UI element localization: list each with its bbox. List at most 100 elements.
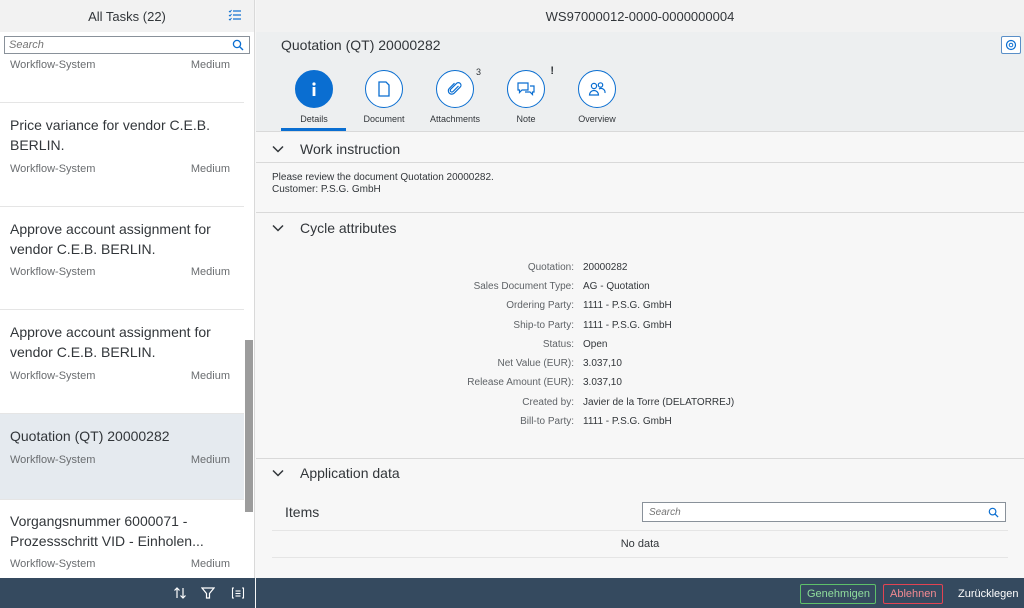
list-item[interactable]: Workflow-System Medium (0, 56, 244, 103)
items-search-input[interactable] (643, 506, 988, 518)
attribute-label: Release Amount (EUR): (467, 377, 574, 388)
list-scrollbar[interactable] (245, 340, 253, 512)
master-header: All Tasks (22) (0, 0, 254, 32)
attribute-row: Bill-to Party: 1111 - P.S.G. GmbH (256, 416, 1024, 435)
list-item-creator: Workflow-System (10, 454, 96, 466)
attribute-label: Created by: (522, 397, 574, 408)
list-item-creator: Workflow-System (10, 266, 96, 278)
paperclip-icon: 3 (436, 67, 481, 108)
task-id: WS97000012-0000-0000000004 (545, 8, 735, 24)
list-item[interactable]: Price variance for vendor C.E.B. BERLIN.… (0, 103, 244, 207)
chevron-down-icon[interactable] (271, 221, 285, 235)
table-header-divider (272, 530, 1008, 531)
attribute-label: Bill-to Party: (520, 416, 574, 427)
tab-label: Attachments (429, 114, 481, 124)
master-search[interactable] (4, 36, 250, 54)
approve-button[interactable]: Genehmigen (800, 584, 876, 604)
master-pane: All Tasks (22) Workflow-System Medium Pr… (0, 0, 255, 608)
work-instruction-text: Please review the document Quotation 200… (272, 172, 494, 196)
attribute-value: 1111 - P.S.G. GmbH (583, 416, 672, 427)
tab-label: Overview (578, 114, 616, 124)
attribute-row: Sales Document Type: AG - Quotation (256, 281, 1024, 300)
detail-pane: WS97000012-0000-0000000004 Quotation (QT… (256, 0, 1024, 608)
list-item-meta: Workflow-System Medium (10, 59, 230, 71)
attribute-row: Created by: Javier de la Torre (DELATORR… (256, 397, 1024, 416)
list-item-meta: Workflow-System Medium (10, 266, 230, 278)
attribute-value: 20000282 (583, 262, 628, 273)
list-item-selected[interactable]: Quotation (QT) 20000282 Workflow-System … (0, 414, 244, 500)
attribute-row: Ordering Party: 1111 - P.S.G. GmbH (256, 300, 1024, 319)
list-item-creator: Workflow-System (10, 370, 96, 382)
list-item-priority: Medium (190, 59, 230, 71)
table-bottom-divider (272, 557, 1008, 558)
list-item-meta: Workflow-System Medium (10, 163, 230, 175)
list-item-title: Approve account assignment for vendor C.… (10, 221, 211, 257)
attribute-value: 3.037,10 (583, 377, 622, 388)
object-header: Quotation (QT) 20000282 Details Document… (256, 32, 1024, 132)
reject-button[interactable]: Ablehnen (883, 584, 943, 604)
attribute-label: Status: (542, 339, 574, 350)
master-footer (0, 578, 255, 608)
search-icon[interactable] (232, 39, 244, 51)
list-item[interactable]: Approve account assignment for vendor C.… (0, 207, 244, 310)
tab-details[interactable]: Details (284, 70, 344, 124)
active-tab-indicator (281, 128, 346, 131)
task-list: Workflow-System Medium Price variance fo… (0, 56, 246, 578)
attribute-row: Quotation: 20000282 (256, 262, 1024, 281)
attribute-value: Javier de la Torre (DELATORREJ) (583, 397, 735, 408)
search-icon[interactable] (988, 507, 999, 518)
section-title: Cycle attributes (300, 220, 397, 236)
people-icon (578, 70, 616, 108)
list-item-priority: Medium (190, 163, 230, 175)
attribute-value: AG - Quotation (583, 281, 650, 292)
tab-note[interactable]: ! Note (496, 65, 556, 124)
detail-footer: Genehmigen Ablehnen Zurücklegen (256, 578, 1024, 608)
open-app-button[interactable] (1001, 36, 1021, 54)
chevron-down-icon[interactable] (271, 142, 285, 156)
attribute-row: Status: Open (256, 339, 1024, 358)
attribute-value: 1111 - P.S.G. GmbH (583, 300, 672, 311)
list-item-title: Quotation (QT) 20000282 (10, 428, 170, 444)
tab-attachments[interactable]: 3 Attachments (425, 67, 485, 124)
list-item-priority: Medium (190, 370, 230, 382)
list-item[interactable]: Approve account assignment for vendor C.… (0, 310, 244, 414)
group-icon[interactable] (231, 586, 245, 600)
tab-overview[interactable]: Overview (567, 70, 627, 124)
attribute-label: Sales Document Type: (473, 281, 574, 292)
section-cycle-attributes-header[interactable]: Cycle attributes (256, 215, 1024, 241)
items-search[interactable] (642, 502, 1006, 522)
object-title: Quotation (QT) 20000282 (281, 37, 441, 53)
list-item-meta: Workflow-System Medium (10, 558, 230, 570)
attribute-value: 1111 - P.S.G. GmbH (583, 320, 672, 331)
attachments-count-badge: 3 (475, 67, 481, 77)
attribute-row: Net Value (EUR): 3.037,10 (256, 358, 1024, 377)
attribute-row: Release Amount (EUR): 3.037,10 (256, 377, 1024, 396)
section-title: Work instruction (300, 141, 401, 157)
tab-label: Note (516, 114, 536, 124)
list-item-meta: Workflow-System Medium (10, 370, 230, 382)
tab-document[interactable]: Document (354, 70, 414, 124)
filter-icon[interactable] (201, 586, 215, 600)
list-item-priority: Medium (190, 454, 230, 466)
section-application-data-header[interactable]: Application data (256, 460, 1024, 486)
detail-topbar: WS97000012-0000-0000000004 (256, 0, 1024, 32)
note-icon: ! (507, 65, 554, 108)
sort-icon[interactable] (173, 586, 187, 600)
defer-button[interactable]: Zurücklegen (952, 584, 1022, 604)
chevron-down-icon[interactable] (271, 466, 285, 480)
attribute-row: Ship-to Party: 1111 - P.S.G. GmbH (256, 320, 1024, 339)
divider (256, 458, 1024, 459)
tab-label: Details (300, 114, 328, 124)
divider (256, 212, 1024, 213)
list-item-priority: Medium (190, 558, 230, 570)
document-icon (365, 70, 403, 108)
list-item[interactable]: Vorgangsnummer 6000071 - Prozessschritt … (0, 500, 244, 578)
attribute-label: Ship-to Party: (513, 320, 574, 331)
attribute-label: Net Value (EUR): (497, 358, 574, 369)
master-title: All Tasks (22) (88, 8, 166, 24)
master-search-input[interactable] (5, 39, 232, 51)
section-work-instruction-header[interactable]: Work instruction (256, 136, 1024, 162)
list-item-meta: Workflow-System Medium (10, 454, 230, 466)
list-settings-icon[interactable] (228, 8, 242, 22)
divider (256, 162, 1024, 163)
